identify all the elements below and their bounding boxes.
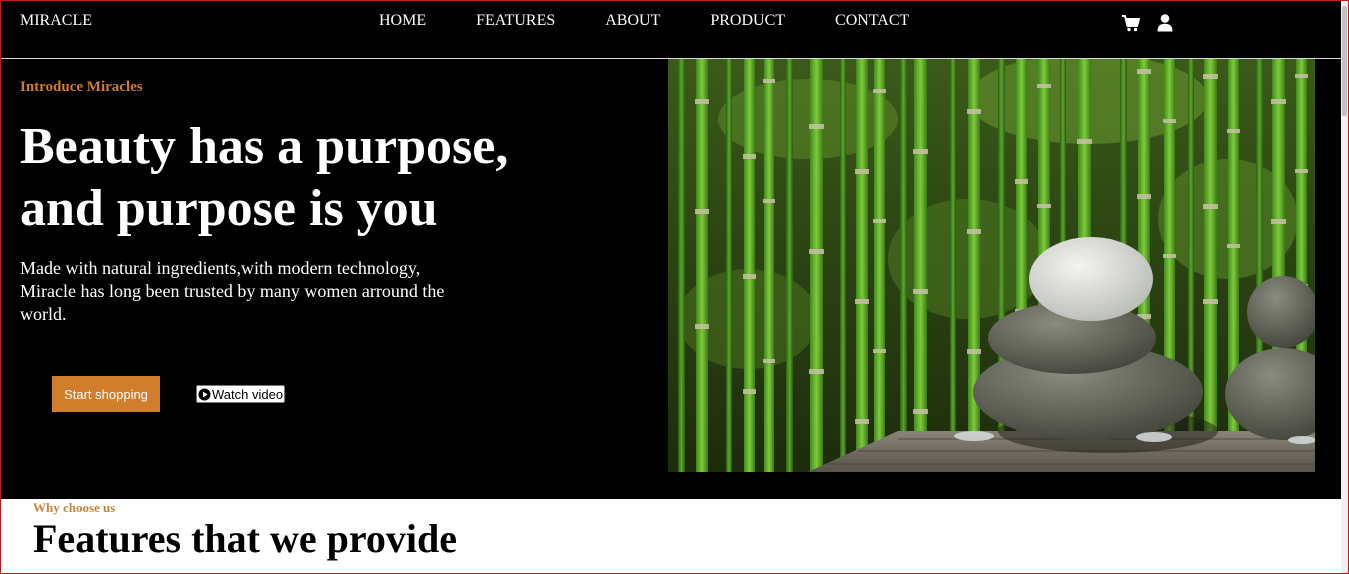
main-menu: HOME FEATURES ABOUT PRODUCT CONTACT [379,12,959,30]
watch-video-label: Watch video [212,386,284,402]
brand-logo[interactable]: MIRACLE [20,12,92,30]
nav-item-about[interactable]: ABOUT [605,12,660,30]
features-title: Features that we provide [33,516,458,561]
features-eyebrow: Why choose us [33,500,116,515]
nav-item-product[interactable]: PRODUCT [710,12,785,30]
nav-item-features[interactable]: FEATURES [476,12,555,30]
user-icon[interactable] [1155,13,1175,33]
hero-headline: Beauty has a purpose, and purpose is you [20,118,509,237]
hero-section: Introduce Miracles Beauty has a purpose,… [1,59,1341,499]
scrollbar-thumb[interactable] [1342,6,1347,116]
hero-description: Made with natural ingredients,with moder… [20,258,445,324]
bamboo-stones-illustration [668,59,1315,472]
nav-item-contact[interactable]: CONTACT [835,12,909,30]
start-shopping-button[interactable]: Start shopping [52,376,160,412]
nav-icons [1121,13,1175,33]
nav-item-home[interactable]: HOME [379,12,426,30]
navbar: MIRACLE HOME FEATURES ABOUT PRODUCT CONT… [1,1,1341,59]
hero-image [668,59,1315,472]
watch-video-button[interactable]: Watch video [196,385,286,403]
hero-eyebrow: Introduce Miracles [20,79,143,95]
play-circle-icon [198,388,211,401]
cart-icon[interactable] [1121,13,1141,33]
